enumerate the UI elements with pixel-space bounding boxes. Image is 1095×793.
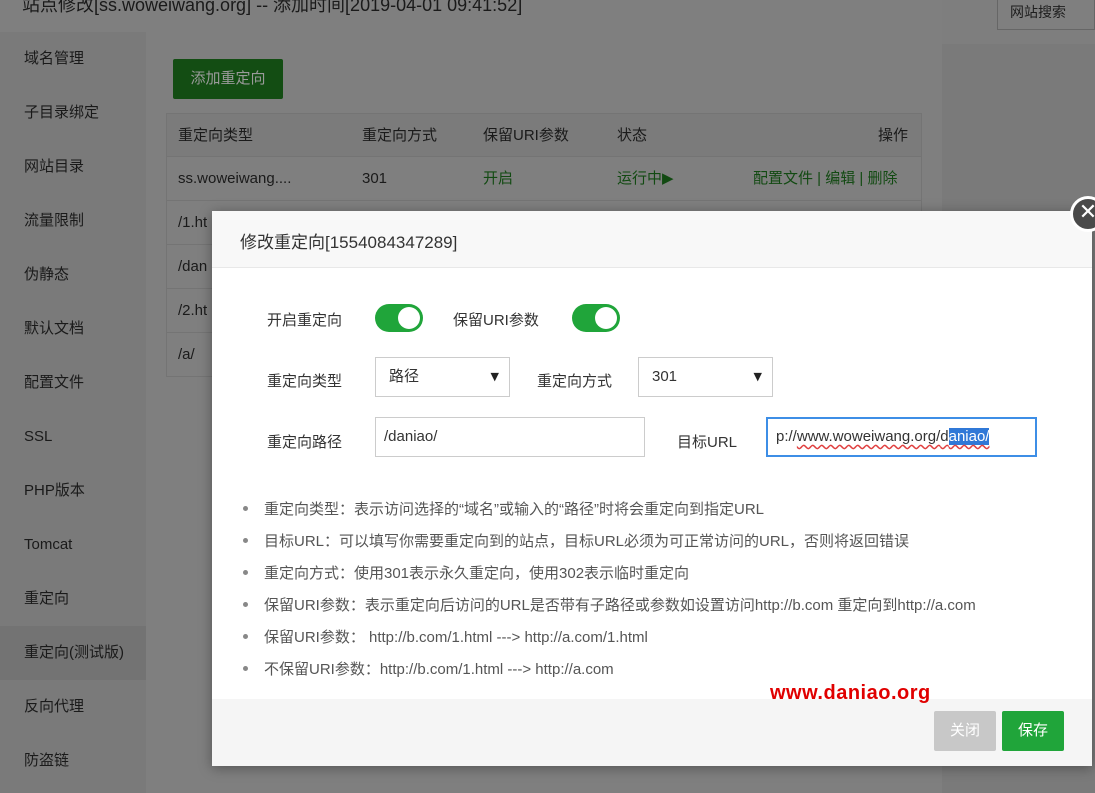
status-running[interactable]: 运行中▶ bbox=[617, 157, 674, 201]
sidebar-item-config-file[interactable]: 配置文件 bbox=[0, 356, 146, 410]
enable-redirect-toggle[interactable] bbox=[375, 304, 423, 332]
target-url-d: d bbox=[940, 428, 949, 445]
edit-redirect-dialog: 修改重定向[1554084347289] 开启重定向 保留URI参数 重定向类型… bbox=[212, 211, 1092, 766]
keep-uri-label: 保留URI参数 bbox=[453, 312, 539, 329]
sidebar-item-traffic-limit[interactable]: 流量限制 bbox=[0, 194, 146, 248]
target-url-label: 目标URL bbox=[677, 434, 738, 451]
sidebar-item-ssl[interactable]: SSL bbox=[0, 410, 146, 464]
dialog-header: 修改重定向[1554084347289] bbox=[212, 211, 1092, 268]
table-cell: /2.ht bbox=[178, 302, 208, 319]
row-actions[interactable]: 配置文件 | 编辑 | 删除 bbox=[753, 157, 897, 201]
column-header: 重定向类型 bbox=[178, 127, 254, 144]
list-item: 保留URI参数： http://b.com/1.html ---> http:/… bbox=[240, 626, 1080, 647]
keep-uri-toggle[interactable] bbox=[572, 304, 620, 332]
dialog-footer: 关闭 保存 bbox=[212, 699, 1092, 766]
column-header: 重定向方式 bbox=[362, 127, 438, 144]
sidebar-item-rewrite[interactable]: 伪静态 bbox=[0, 248, 146, 302]
sidebar-item-site-dir[interactable]: 网站目录 bbox=[0, 140, 146, 194]
table-header: 重定向类型 重定向方式 保留URI参数 状态 操作 bbox=[166, 113, 922, 157]
table-cell: 开启 bbox=[483, 170, 514, 187]
sidebar-item-domain[interactable]: 域名管理 bbox=[0, 32, 146, 86]
sidebar-item-redirect[interactable]: 重定向 bbox=[0, 572, 146, 626]
target-url-selection: aniao/ bbox=[948, 428, 990, 445]
column-header: 保留URI参数 bbox=[483, 127, 569, 144]
sidebar-item-redirect-beta[interactable]: 重定向(测试版) bbox=[0, 626, 146, 680]
site-search-button[interactable]: 网站搜索 bbox=[997, 0, 1095, 30]
site-edit-title: 站点修改[ss.woweiwang.org] -- 添加时间[2019-04-0… bbox=[22, 0, 523, 15]
target-url-prefix: p:// bbox=[776, 428, 797, 445]
redirect-type-select[interactable]: 路径 ▼ bbox=[375, 357, 510, 397]
dropdown-arrow-icon: ▼ bbox=[753, 370, 762, 383]
dialog-title: 修改重定向[1554084347289] bbox=[240, 233, 458, 252]
table-cell: /1.ht bbox=[178, 214, 208, 231]
table-cell: ss.woweiwang.... bbox=[178, 170, 292, 187]
redirect-method-select[interactable]: 301 ▼ bbox=[638, 357, 773, 397]
close-button[interactable]: 关闭 bbox=[934, 711, 996, 751]
site-settings-sidebar: 域名管理 子目录绑定 网站目录 流量限制 伪静态 默认文档 配置文件 SSL P… bbox=[0, 32, 146, 793]
list-item: 目标URL：可以填写你需要重定向到的站点，目标URL必须为可正常访问的URL，否… bbox=[240, 530, 1080, 551]
list-item: 重定向方式：使用301表示永久重定向，使用302表示临时重定向 bbox=[240, 562, 1080, 583]
list-item: 不保留URI参数：http://b.com/1.html ---> http:/… bbox=[240, 658, 1080, 679]
list-item: 保留URI参数：表示重定向后访问的URL是否带有子路径或参数如设置访问http:… bbox=[240, 594, 1080, 615]
redirect-path-input[interactable]: /daniao/ bbox=[375, 417, 645, 457]
target-url-input[interactable]: p://www.woweiwang.org/daniao/ bbox=[766, 417, 1037, 457]
redirect-method-label: 重定向方式 bbox=[537, 373, 613, 390]
redirect-type-value: 路径 bbox=[389, 368, 420, 385]
target-url-domain: www.woweiwang.org/ bbox=[796, 428, 941, 445]
sidebar-item-default-doc[interactable]: 默认文档 bbox=[0, 302, 146, 356]
sidebar-item-reverse-proxy[interactable]: 反向代理 bbox=[0, 680, 146, 734]
redirect-method-value: 301 bbox=[652, 368, 678, 385]
add-redirect-button[interactable]: 添加重定向 bbox=[173, 59, 283, 99]
enable-redirect-label: 开启重定向 bbox=[267, 312, 343, 329]
dropdown-arrow-icon: ▼ bbox=[490, 370, 499, 383]
sidebar-item-subdir[interactable]: 子目录绑定 bbox=[0, 86, 146, 140]
redirect-type-label: 重定向类型 bbox=[267, 373, 343, 390]
redirect-path-label: 重定向路径 bbox=[267, 434, 343, 451]
table-cell: /a/ bbox=[178, 346, 195, 363]
watermark: www.daniao.org bbox=[770, 682, 931, 704]
table-row: ss.woweiwang.... 301 开启 运行中▶ 配置文件 | 编辑 |… bbox=[166, 157, 922, 201]
sidebar-item-hotlink[interactable]: 防盗链 bbox=[0, 734, 146, 788]
table-cell: 301 bbox=[362, 170, 388, 187]
sidebar-item-php-version[interactable]: PHP版本 bbox=[0, 464, 146, 518]
table-cell: /dan bbox=[178, 258, 208, 275]
sidebar-item-tomcat[interactable]: Tomcat bbox=[0, 518, 146, 572]
background-header: 站点修改[ss.woweiwang.org] -- 添加时间[2019-04-0… bbox=[0, 0, 942, 32]
save-button[interactable]: 保存 bbox=[1002, 711, 1064, 751]
list-item: 重定向类型：表示访问选择的“域名”或输入的“路径”时将会重定向到指定URL bbox=[240, 498, 1080, 519]
column-header: 操作 bbox=[878, 127, 909, 144]
column-header: 状态 bbox=[617, 127, 648, 144]
